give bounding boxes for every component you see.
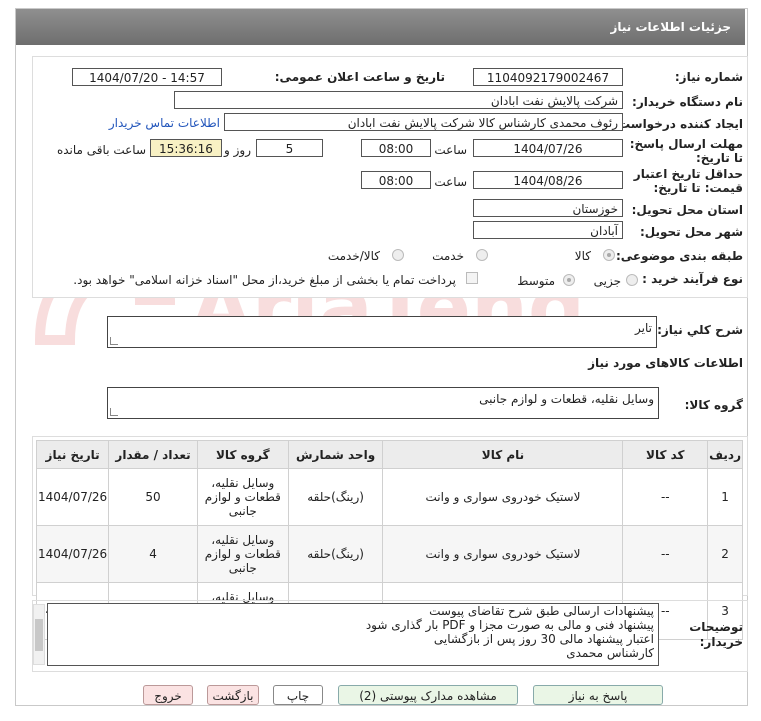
cell-qty: 50 [108, 468, 198, 526]
buyer-contact-link[interactable]: اطلاعات تماس خریدار [109, 116, 220, 130]
resize-grip-icon[interactable] [110, 408, 118, 416]
cell-name: لاستیک خودروی سواری و وانت [382, 468, 624, 526]
notes-line: اعتبار پیشنهاد مالی 30 روز پس از بازگشای… [433, 632, 654, 646]
purchase-radio-minor[interactable] [626, 274, 638, 286]
col-header-qty: تعداد / مقدار [108, 440, 198, 469]
remaining-time-field: 15:36:16 [150, 139, 222, 157]
deadline-label: مهلت ارسال پاسخ: تا تاریخ: [629, 137, 743, 165]
goods-group-text: وسایل نقلیه، قطعات و لوازم جانبی [479, 392, 654, 406]
category-label: طبقه بندی موضوعی: [615, 249, 743, 263]
buyer-field: شرکت پالایش نفت ابادان [174, 91, 623, 109]
need-number-label: شماره نیاز: [674, 70, 743, 84]
cell-group: وسایل نقلیه، قطعات و لوازم جانبی [196, 468, 289, 526]
creator-label: ایجاد کننده درخواست: [613, 117, 743, 131]
purchase-option-minor: جزیی [593, 274, 621, 288]
deadline-time-field: 08:00 [361, 139, 431, 157]
category-option-service: خدمت [432, 249, 464, 263]
need-number-field: 1104092179002467 [473, 68, 623, 86]
city-label: شهر محل تحویل: [639, 225, 743, 239]
cell-date: 1404/07/26 [35, 525, 110, 583]
days-field: 5 [256, 139, 323, 157]
col-header-unit: واحد شمارش [287, 440, 384, 469]
cell-code: -- [622, 468, 709, 526]
resize-grip-icon[interactable] [110, 337, 118, 345]
notes-textarea[interactable]: پیشنهادات ارسالی طبق شرح تقاضای پیوست پی… [47, 603, 659, 666]
col-header-code: کد کالا [622, 440, 709, 469]
back-button[interactable]: بازگشت [207, 685, 259, 705]
goods-group-label: گروه کالا: [684, 398, 743, 412]
purchase-type-label: نوع فرآیند خرید : [642, 272, 743, 286]
cell-unit: (رینگ)حلقه [287, 468, 384, 526]
notes-line: پیشنهادات ارسالی طبق شرح تقاضای پیوست [429, 604, 654, 618]
table-row: 1 -- لاستیک خودروی سواری و وانت (رینگ)حل… [35, 468, 743, 526]
validity-label: حداقل تاریخ اعتبار قیمت: تا تاریخ: [633, 167, 743, 195]
col-header-group: گروه کالا [196, 440, 289, 469]
remaining-label: ساعت باقی مانده [56, 143, 146, 157]
province-label: استان محل تحویل: [631, 203, 743, 217]
validity-date-field: 1404/08/26 [473, 171, 623, 189]
purchase-option-medium: متوسط [517, 274, 555, 288]
category-option-both: کالا/خدمت [327, 249, 380, 263]
cell-code: -- [622, 525, 709, 583]
notes-scrollbar[interactable] [33, 604, 45, 665]
category-radio-both[interactable] [392, 249, 404, 261]
validity-time-field: 08:00 [361, 171, 431, 189]
summary-label: شرح کلي نياز: [657, 323, 743, 337]
category-radio-service[interactable] [476, 249, 488, 261]
notes-line: پیشنهاد فنی و مالی به صورت مجزا و PDF با… [365, 618, 654, 632]
reply-button[interactable]: پاسخ به نیاز [533, 685, 663, 705]
city-field: آبادان [473, 221, 623, 239]
view-documents-button[interactable]: مشاهده مدارک پیوستی (2) [338, 685, 518, 705]
exit-button[interactable]: خروج [143, 685, 193, 705]
cell-name: لاستیک خودروی سواری و وانت [382, 525, 624, 583]
validity-time-label: ساعت [434, 175, 467, 189]
print-button[interactable]: چاپ [273, 685, 323, 705]
cell-row: 1 [707, 468, 743, 526]
buyer-label: نام دستگاه خریدار: [632, 95, 743, 109]
treasury-checkbox[interactable] [466, 272, 478, 284]
deadline-date-field: 1404/07/26 [473, 139, 623, 157]
announce-label: تاریخ و ساعت اعلان عمومی: [274, 70, 445, 84]
category-option-goods: کالا [574, 249, 591, 263]
scrollbar-thumb[interactable] [35, 619, 43, 651]
col-header-date: تاریخ نیاز [35, 440, 110, 469]
goods-group-textarea: وسایل نقلیه، قطعات و لوازم جانبی [107, 387, 659, 419]
table-row: 2 -- لاستیک خودروی سواری و وانت (رینگ)حل… [35, 525, 743, 583]
deadline-time-label: ساعت [434, 143, 467, 157]
notes-label: توضیحات خریدار: [689, 620, 743, 649]
page-title: جزئیات اطلاعات نیاز [610, 20, 731, 34]
cell-date: 1404/07/26 [35, 468, 110, 526]
items-info-heading: اطلاعات کالاهای مورد نیاز [588, 356, 743, 370]
category-radio-goods[interactable] [603, 249, 615, 261]
announce-field: 1404/07/20 - 14:57 [72, 68, 222, 86]
notes-line: کارشناس محمدی [566, 646, 654, 660]
cell-group: وسایل نقلیه، قطعات و لوازم جانبی [196, 525, 289, 583]
title-bar: جزئیات اطلاعات نیاز [16, 9, 745, 45]
summary-textarea: تایر [107, 316, 657, 348]
cell-row: 2 [707, 525, 743, 583]
table-header-row: ردیف کد کالا نام کالا واحد شمارش گروه کا… [35, 440, 743, 469]
province-field: خوزستان [473, 199, 623, 217]
col-header-row: ردیف [707, 440, 743, 469]
creator-field: رئوف محمدی کارشناس کالا شرکت پالایش نفت … [224, 113, 623, 131]
col-header-name: نام کالا [382, 440, 624, 469]
cell-unit: (رینگ)حلقه [287, 525, 384, 583]
cell-qty: 4 [108, 525, 198, 583]
purchase-radio-medium[interactable] [563, 274, 575, 286]
summary-text: تایر [635, 321, 652, 335]
days-label: روز و [224, 143, 251, 157]
payment-note: پرداخت تمام یا بخشی از مبلغ خرید،از محل … [73, 273, 456, 287]
